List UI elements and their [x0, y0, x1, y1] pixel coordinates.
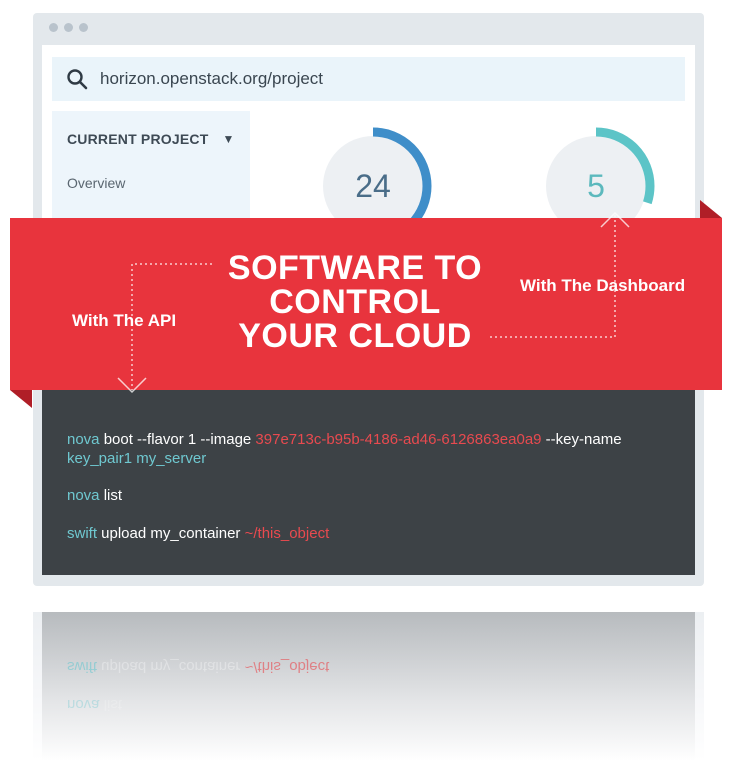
reflection-cmd: nova — [67, 696, 100, 713]
reflection-cmd: swift — [67, 658, 97, 675]
reflection: swift upload my_container ~/this_object … — [33, 612, 704, 761]
reflection-line-3: swift upload my_container ~/this_object — [67, 658, 329, 675]
api-dotted-arrow — [131, 263, 212, 390]
reflection-line-2: nova list — [67, 696, 122, 713]
reflection-path: ~/this_object — [244, 658, 330, 675]
reflection-args: list — [99, 696, 123, 713]
dashboard-dotted-arrow — [490, 214, 616, 338]
reflection-args: upload my_container — [97, 658, 245, 675]
reflection-terminal: swift upload my_container ~/this_object … — [42, 612, 695, 761]
